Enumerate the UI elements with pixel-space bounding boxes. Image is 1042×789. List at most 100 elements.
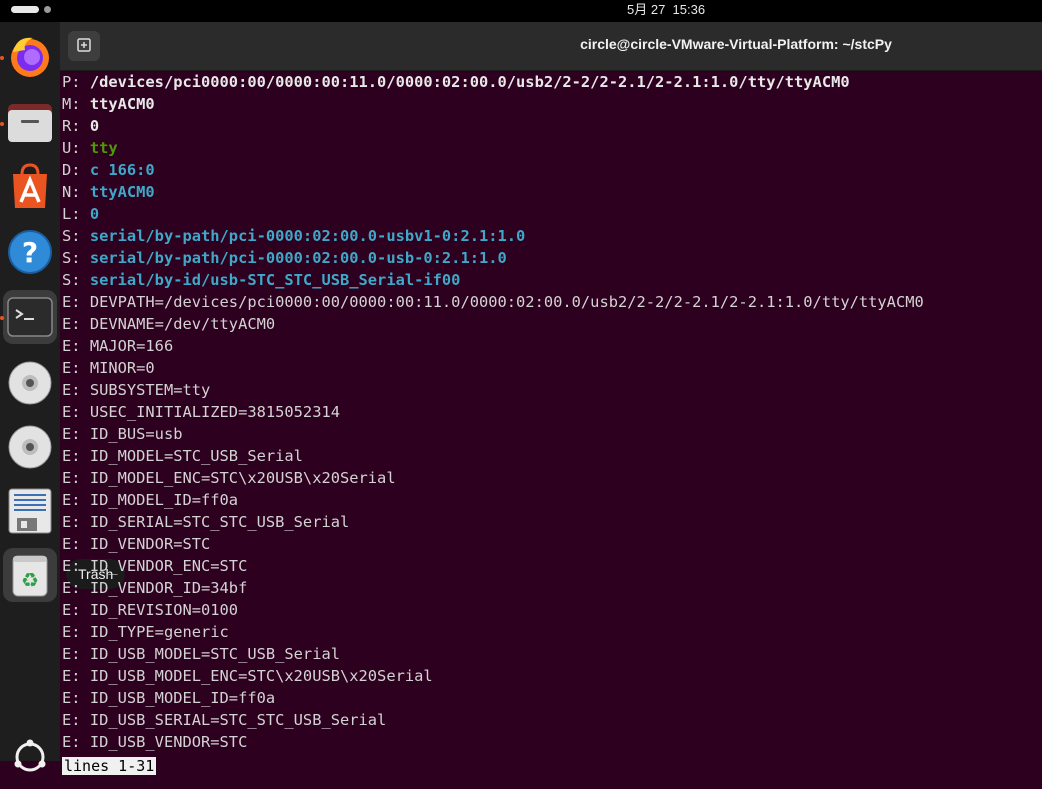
line-prefix: E:: [62, 645, 90, 663]
workspace-indicator[interactable]: [44, 6, 51, 13]
trash-icon: ♻: [12, 555, 48, 597]
terminal-line: E: ID_REVISION=0100: [62, 599, 1042, 621]
line-prefix: P:: [62, 73, 90, 91]
line-value: MAJOR=166: [89, 337, 174, 355]
line-value: ID_MODEL_ENC=STC\x20USB\x20Serial: [89, 469, 396, 487]
line-value: USEC_INITIALIZED=3815052314: [89, 403, 340, 421]
line-prefix: E:: [62, 359, 90, 377]
line-value: serial/by-path/pci-0000:02:00.0-usbv1-0:…: [89, 227, 526, 245]
terminal-line: S: serial/by-path/pci-0000:02:00.0-usb-0…: [62, 247, 1042, 269]
terminal-line: E: ID_USB_VENDOR=STC: [62, 731, 1042, 753]
terminal-header-bar: circle@circle-VMware-Virtual-Platform: ~…: [60, 22, 1042, 71]
terminal-line: E: ID_TYPE=generic: [62, 621, 1042, 643]
line-value: ttyACM0: [89, 183, 155, 201]
line-prefix: E:: [62, 557, 90, 575]
line-prefix: E:: [62, 337, 90, 355]
line-value: ID_VENDOR_ID=34bf: [89, 579, 248, 597]
terminal-line: E: USEC_INITIALIZED=3815052314: [62, 401, 1042, 423]
line-prefix: E:: [62, 623, 90, 641]
dock-item-trash[interactable]: ♻: [3, 548, 57, 602]
terminal-line: E: ID_USB_MODEL_ID=ff0a: [62, 687, 1042, 709]
line-value: ID_BUS=usb: [89, 425, 183, 443]
line-prefix: E:: [62, 425, 90, 443]
line-value: 0: [89, 205, 100, 223]
window-title: circle@circle-VMware-Virtual-Platform: ~…: [580, 36, 892, 52]
line-value: ID_TYPE=generic: [89, 623, 229, 641]
pager-status: lines 1-31: [62, 757, 157, 775]
line-value: ttyACM0: [89, 95, 155, 113]
line-prefix: E:: [62, 469, 90, 487]
terminal-line: E: SUBSYSTEM=tty: [62, 379, 1042, 401]
line-value: ID_SERIAL=STC_STC_USB_Serial: [89, 513, 350, 531]
dock-item-disc-2[interactable]: [3, 420, 57, 474]
workspace-indicator-active[interactable]: [11, 6, 39, 13]
terminal-line: E: ID_USB_MODEL_ENC=STC\x20USB\x20Serial: [62, 665, 1042, 687]
svg-text:?: ?: [22, 236, 38, 269]
line-value: ID_MODEL_ID=ff0a: [89, 491, 239, 509]
line-value: DEVNAME=/dev/ttyACM0: [89, 315, 276, 333]
terminal-line: E: MAJOR=166: [62, 335, 1042, 357]
line-prefix: N:: [62, 183, 90, 201]
line-prefix: U:: [62, 139, 90, 157]
terminal-line: S: serial/by-path/pci-0000:02:00.0-usbv1…: [62, 225, 1042, 247]
terminal-line: L: 0: [62, 203, 1042, 225]
terminal-output[interactable]: P: /devices/pci0000:00/0000:00:11.0/0000…: [62, 71, 1042, 761]
terminal-line: M: ttyACM0: [62, 93, 1042, 115]
line-value: serial/by-path/pci-0000:02:00.0-usb-0:2.…: [89, 249, 507, 267]
running-indicator: [0, 56, 4, 60]
line-prefix: E:: [62, 491, 90, 509]
text-editor-icon: [8, 488, 52, 534]
terminal-line: D: c 166:0: [62, 159, 1042, 181]
line-value: /devices/pci0000:00/0000:00:11.0/0000:02…: [89, 73, 850, 91]
dock-item-files[interactable]: [3, 96, 57, 150]
line-prefix: S:: [62, 227, 90, 245]
firefox-icon: [11, 37, 49, 77]
terminal-line: E: ID_SERIAL=STC_STC_USB_Serial: [62, 511, 1042, 533]
line-value: ID_VENDOR=STC: [89, 535, 211, 553]
line-value: ID_REVISION=0100: [89, 601, 239, 619]
terminal-line: E: ID_MODEL_ID=ff0a: [62, 489, 1042, 511]
disc-icon: [8, 361, 52, 405]
dock-item-app-center[interactable]: [3, 160, 57, 214]
line-value: ID_USB_VENDOR=STC: [89, 733, 248, 751]
line-prefix: S:: [62, 271, 90, 289]
dock: ? ♻: [0, 22, 60, 772]
dock-item-show-apps[interactable]: [3, 730, 57, 784]
line-prefix: E:: [62, 293, 90, 311]
line-prefix: E:: [62, 667, 90, 685]
terminal-line: E: DEVNAME=/dev/ttyACM0: [62, 313, 1042, 335]
terminal-line: E: ID_VENDOR_ID=34bf: [62, 577, 1042, 599]
line-prefix: E:: [62, 381, 90, 399]
dock-item-terminal[interactable]: [3, 290, 57, 344]
dock-item-help[interactable]: ?: [3, 224, 57, 278]
top-bar: 5月 27 15:36: [0, 0, 1042, 22]
running-indicator: [0, 316, 4, 320]
dock-item-text-editor[interactable]: [3, 484, 57, 538]
dock-item-disc-1[interactable]: [3, 356, 57, 410]
terminal-line: E: ID_BUS=usb: [62, 423, 1042, 445]
help-icon: ?: [8, 230, 52, 274]
line-prefix: E:: [62, 403, 90, 421]
line-prefix: R:: [62, 117, 90, 135]
terminal-line: E: ID_MODEL_ENC=STC\x20USB\x20Serial: [62, 467, 1042, 489]
files-icon: [8, 104, 52, 142]
clock[interactable]: 5月 27 15:36: [627, 2, 705, 18]
terminal-line: E: MINOR=0: [62, 357, 1042, 379]
line-prefix: E:: [62, 711, 90, 729]
terminal-line: S: serial/by-id/usb-STC_STC_USB_Serial-i…: [62, 269, 1042, 291]
terminal-line: N: ttyACM0: [62, 181, 1042, 203]
line-value: ID_USB_MODEL=STC_USB_Serial: [89, 645, 340, 663]
terminal-line: E: ID_MODEL=STC_USB_Serial: [62, 445, 1042, 467]
line-value: SUBSYSTEM=tty: [89, 381, 211, 399]
terminal-line: U: tty: [62, 137, 1042, 159]
terminal-icon: [7, 297, 53, 337]
line-value: c 166:0: [89, 161, 155, 179]
running-indicator: [0, 122, 4, 126]
terminal-line: E: ID_VENDOR=STC: [62, 533, 1042, 555]
terminal-line: R: 0: [62, 115, 1042, 137]
line-value: serial/by-id/usb-STC_STC_USB_Serial-if00: [89, 271, 461, 289]
show-apps-icon: [14, 739, 46, 772]
dock-item-firefox[interactable]: [3, 30, 57, 84]
disc-icon: [8, 425, 52, 469]
line-value: ID_USB_MODEL_ENC=STC\x20USB\x20Serial: [89, 667, 433, 685]
